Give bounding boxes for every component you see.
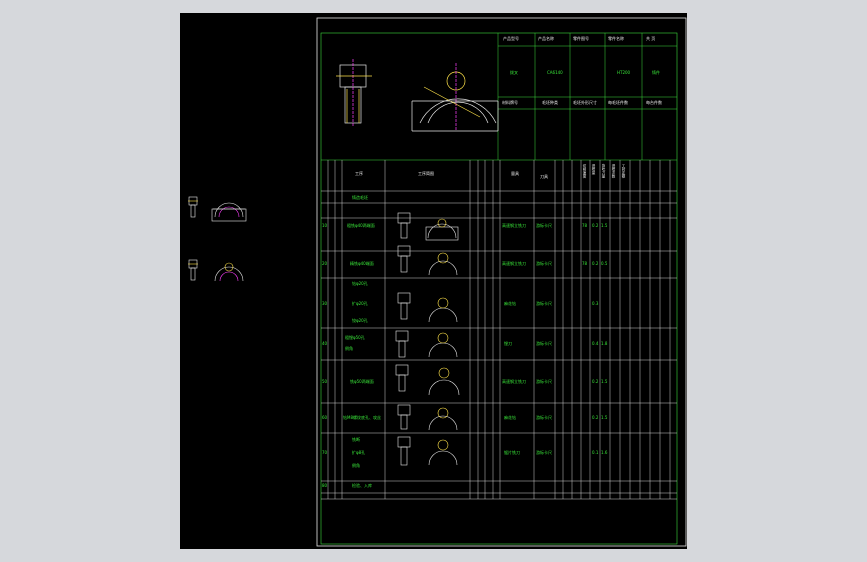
row6-tool: 麻花钻: [504, 415, 516, 420]
col-depth-header: 背吃刀量: [602, 164, 606, 178]
row1-speed: 78: [582, 223, 588, 228]
part-name-value: 拨叉: [510, 70, 518, 75]
row3-sub2: 铰φ20孔: [352, 318, 368, 323]
product-model-label: 产品型号: [503, 36, 519, 41]
per-blank-label: 每毛坯件数: [608, 100, 628, 105]
row1-content: 粗铣φ40两端面: [347, 223, 375, 228]
row4-no: 40: [322, 341, 328, 346]
total-pages-label: 共 页: [646, 36, 656, 41]
row-sketch-50: [395, 364, 460, 396]
row0-content: 铸造毛坯: [352, 195, 368, 200]
row7-depth: 1.6: [601, 450, 608, 455]
product-name-label: 产品名称: [538, 36, 554, 41]
col-time-header: 工时定额: [622, 164, 626, 178]
row1-depth: 1.5: [601, 223, 608, 228]
row7-sub2: 倒角: [352, 463, 360, 468]
row-sketch-60: [397, 404, 458, 431]
row4-depth: 1.8: [601, 341, 608, 346]
product-name-value: CA6140: [547, 70, 563, 75]
col-passes-header: 进给次数: [612, 164, 616, 178]
blank-size-label: 毛坯外形尺寸: [573, 100, 597, 105]
row5-no: 50: [322, 379, 328, 384]
row-sketch-30: [397, 292, 458, 323]
row4-content: 粗镗φ50孔: [345, 335, 365, 340]
row2-tool: 高速钢立铣刀: [502, 261, 526, 266]
row5-measure: 游标卡尺: [536, 379, 552, 384]
row4-sub: 倒角: [345, 346, 353, 351]
row6-content: 钻M8螺纹底孔、攻丝: [343, 415, 381, 420]
blank-type-label: 毛坯种类: [542, 100, 558, 105]
part-drawing-no-label: 零件图号: [573, 36, 589, 41]
row3-tool: 麻花钻: [504, 301, 516, 306]
material-label: 材料牌号: [502, 100, 518, 105]
row2-content: 精铣φ40端面: [350, 261, 374, 266]
part-name-label: 零件名称: [608, 36, 624, 41]
col-feed-header: 进给量: [592, 164, 596, 175]
row7-tool: 锯片铣刀: [504, 450, 520, 455]
row6-measure: 游标卡尺: [536, 415, 552, 420]
row2-depth: 0.5: [601, 261, 608, 266]
row7-sub1: 扩φ8孔: [352, 450, 366, 455]
row2-measure: 游标卡尺: [536, 261, 552, 266]
process-table-grid: [321, 160, 677, 500]
col-sketch-header: 工序简图: [418, 171, 434, 176]
row5-tool: 高速钢立铣刀: [502, 379, 526, 384]
row-sketch-40: [395, 330, 458, 358]
row4-tool: 镗刀: [504, 341, 512, 346]
row7-measure: 游标卡尺: [536, 450, 552, 455]
row6-feed: 0.2: [592, 415, 599, 420]
blank-type-value: 铸件: [652, 70, 660, 75]
row7-no: 70: [322, 450, 328, 455]
row1-tool: 高速钢立铣刀: [502, 223, 526, 228]
row8-no: 80: [322, 483, 328, 488]
row-sketch-70: [397, 436, 458, 466]
row-sketch-10: [397, 212, 459, 241]
cad-viewport[interactable]: 产品型号 产品名称 零件图号 零件名称 共 页 拨叉 CA6140 HT200 …: [180, 13, 687, 549]
row-sketch-20: [397, 245, 458, 276]
row5-feed: 0.2: [592, 379, 599, 384]
per-unit-label: 每台件数: [646, 100, 662, 105]
row2-feed: 0.2: [592, 261, 599, 266]
row1-no: 10: [322, 223, 328, 228]
row3-sub1: 扩φ20孔: [352, 301, 368, 306]
row3-content: 钻φ20孔: [352, 281, 368, 286]
col-speed-header: 切削速度: [583, 164, 587, 178]
sheet-inner-border: [320, 32, 678, 545]
row6-no: 60: [322, 415, 328, 420]
row3-no: 30: [322, 301, 328, 306]
col-tool-header: 刀具: [540, 174, 548, 179]
thumbnail-sketch-1: [188, 196, 247, 222]
row7-content: 铣断: [352, 437, 360, 442]
row5-content: 铣φ50两端面: [350, 379, 374, 384]
row2-speed: 78: [582, 261, 588, 266]
row1-measure: 游标卡尺: [536, 223, 552, 228]
row3-measure: 游标卡尺: [536, 301, 552, 306]
row1-feed: 0.2: [592, 223, 599, 228]
row4-feed: 0.4: [592, 341, 599, 346]
process-card-drawing: [188, 17, 687, 547]
part-drawing: [336, 59, 499, 132]
row6-depth: 1.5: [601, 415, 608, 420]
thumbnail-sketch-2: [188, 259, 244, 282]
col-measure-header: 量具: [511, 171, 519, 176]
row2-no: 20: [322, 261, 328, 266]
row4-measure: 游标卡尺: [536, 341, 552, 346]
row5-depth: 1.5: [601, 379, 608, 384]
row7-feed: 0.1: [592, 450, 599, 455]
row3-feed: 0.3: [592, 301, 599, 306]
material-value: HT200: [617, 70, 631, 75]
col-step-header: 工序: [355, 171, 363, 176]
row8-content: 检验、入库: [352, 483, 372, 488]
header-grid: [321, 33, 677, 161]
